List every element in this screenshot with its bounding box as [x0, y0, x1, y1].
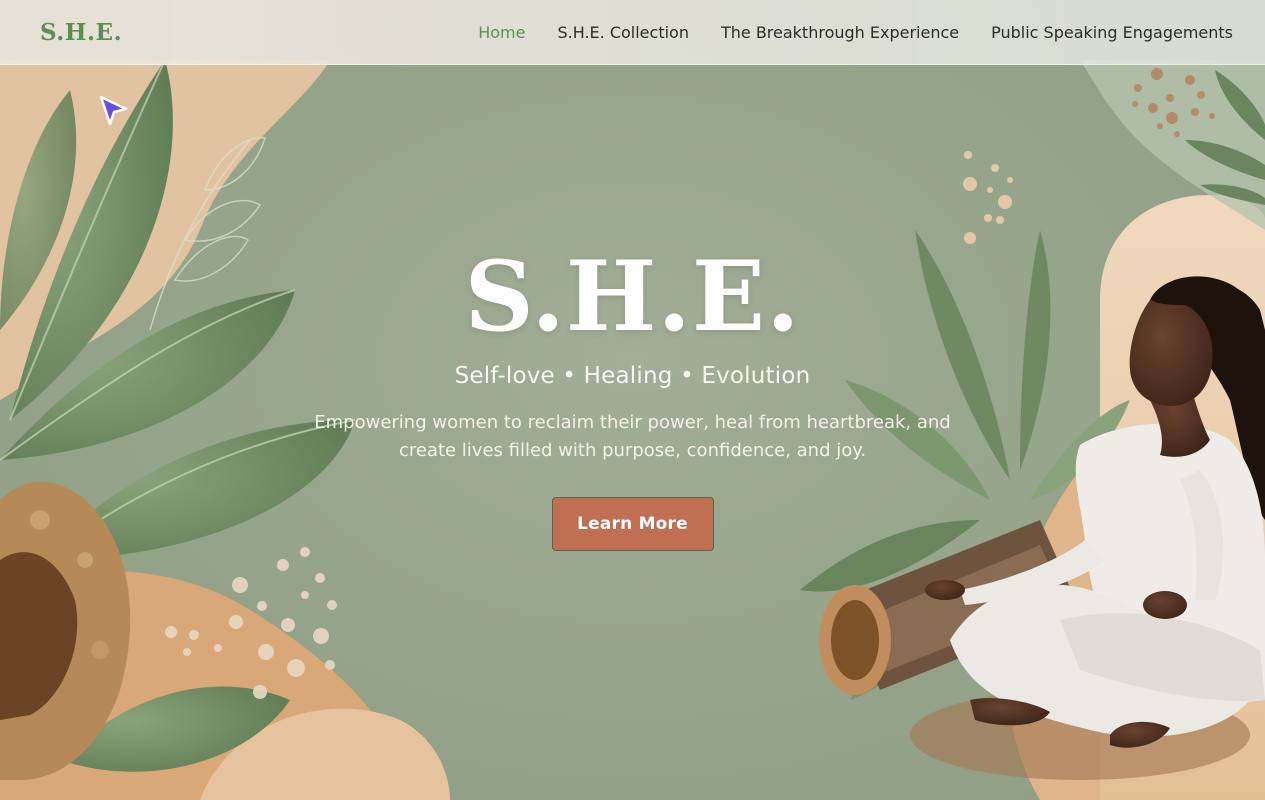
nav-link-she-collection[interactable]: S.H.E. Collection	[557, 23, 689, 42]
hero-content: S.H.E. Self-love • Healing • Evolution E…	[0, 245, 1265, 551]
nav-link-home[interactable]: Home	[478, 23, 525, 42]
site-header: S.H.E. Home S.H.E. Collection The Breakt…	[0, 0, 1265, 65]
hero-tagline: Self-love • Healing • Evolution	[454, 363, 811, 389]
learn-more-button[interactable]: Learn More	[551, 497, 714, 551]
nav-link-breakthrough-experience[interactable]: The Breakthrough Experience	[721, 23, 959, 42]
dot-cluster-center-right	[963, 151, 1013, 244]
mouse-pointer-icon	[99, 95, 128, 126]
main-nav: Home S.H.E. Collection The Breakthrough …	[478, 23, 1233, 42]
nav-link-public-speaking[interactable]: Public Speaking Engagements	[991, 23, 1233, 42]
hero-section: S.H.E. Home S.H.E. Collection The Breakt…	[0, 0, 1265, 800]
hero-description: Empowering women to reclaim their power,…	[314, 412, 951, 461]
hero-title: S.H.E.	[464, 240, 801, 353]
site-logo[interactable]: S.H.E.	[40, 19, 122, 46]
